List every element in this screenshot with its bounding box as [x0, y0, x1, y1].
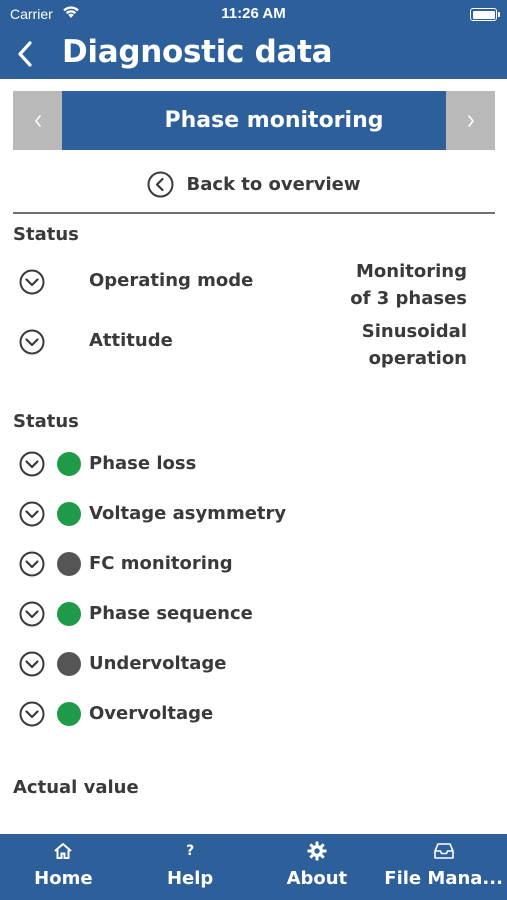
previous-page-button[interactable]	[13, 91, 62, 150]
status-row[interactable]: FC monitoring	[0, 549, 507, 579]
expand-chevron-icon[interactable]	[19, 651, 45, 677]
section-title-actual-value: Actual value	[13, 777, 139, 798]
status-bar: Carrier 11:26 AM	[0, 0, 507, 30]
status-label: Voltage asymmetry	[89, 503, 287, 524]
back-to-overview-label: Back to overview	[186, 173, 361, 195]
tab-home[interactable]: Home	[0, 834, 127, 900]
status-row[interactable]: Phase sequence	[0, 599, 507, 629]
row-value-line: Monitoring	[356, 261, 467, 282]
expand-chevron-icon[interactable]	[19, 269, 45, 295]
expand-chevron-icon[interactable]	[19, 601, 45, 627]
status-row[interactable]: Undervoltage	[0, 649, 507, 679]
status-indicator-dot	[57, 652, 81, 676]
row-value: Sinusoidal operation	[297, 318, 467, 372]
expand-chevron-icon[interactable]	[19, 329, 45, 355]
back-button[interactable]	[10, 36, 40, 72]
navigation-bar: Diagnostic data	[0, 30, 507, 79]
status-indicator-dot	[57, 552, 81, 576]
page-title: Diagnostic data	[62, 34, 333, 70]
row-value: Monitoring of 3 phases	[297, 258, 467, 312]
chevron-left-icon	[18, 41, 32, 67]
row-value-line: of 3 phases	[350, 288, 467, 309]
row-value-line: operation	[368, 348, 467, 369]
status-label: Undervoltage	[89, 653, 227, 674]
status-indicator-dot	[57, 452, 81, 476]
back-to-overview-link[interactable]: Back to overview	[0, 168, 507, 200]
tab-label: Help	[166, 868, 214, 889]
status-label: Phase loss	[89, 453, 197, 474]
status-row[interactable]: Voltage asymmetry	[0, 499, 507, 529]
status-indicator-dot	[57, 602, 81, 626]
chevron-right-icon	[467, 114, 474, 127]
section-title-status: Status	[13, 224, 79, 245]
pager-title: Phase monitoring	[62, 91, 446, 150]
row-label: Operating mode	[89, 270, 254, 291]
expand-chevron-icon[interactable]	[19, 551, 45, 577]
divider	[13, 212, 495, 214]
row-value-line: Sinusoidal	[361, 321, 467, 342]
status-row[interactable]: Overvoltage	[0, 699, 507, 729]
circle-chevron-left-icon	[147, 171, 174, 197]
section-pager: Phase monitoring	[13, 91, 495, 150]
expand-chevron-icon[interactable]	[19, 701, 45, 727]
gear-icon	[307, 841, 327, 861]
inbox-icon	[433, 843, 454, 859]
chevron-left-icon	[34, 114, 41, 127]
home-icon	[54, 843, 73, 859]
tab-about[interactable]: About	[254, 834, 381, 900]
section-title-status: Status	[13, 411, 79, 432]
next-page-button[interactable]	[446, 91, 495, 150]
expand-chevron-icon[interactable]	[19, 501, 45, 527]
expand-chevron-icon[interactable]	[19, 451, 45, 477]
row-label: Attitude	[89, 330, 173, 351]
info-row-operating-mode[interactable]: Operating mode Monitoring of 3 phases	[0, 258, 507, 314]
status-indicator-dot	[57, 502, 81, 526]
info-row-attitude[interactable]: Attitude Sinusoidal operation	[0, 318, 507, 374]
tab-label: About	[286, 868, 348, 889]
tab-label: Home	[34, 868, 93, 889]
status-row[interactable]: Phase loss	[0, 449, 507, 479]
status-label: Phase sequence	[89, 603, 253, 624]
battery-icon	[470, 8, 500, 21]
tab-help[interactable]: ? Help	[127, 834, 254, 900]
status-label: Overvoltage	[89, 703, 214, 724]
clock: 11:26 AM	[221, 5, 286, 22]
tab-label: File Mana...	[384, 868, 503, 889]
status-indicator-dot	[57, 702, 81, 726]
help-icon: ?	[186, 843, 195, 859]
status-label: FC monitoring	[89, 553, 233, 574]
tab-bar: Home ? Help About File Mana...	[0, 834, 507, 900]
tab-file-manager[interactable]: File Mana...	[380, 834, 507, 900]
